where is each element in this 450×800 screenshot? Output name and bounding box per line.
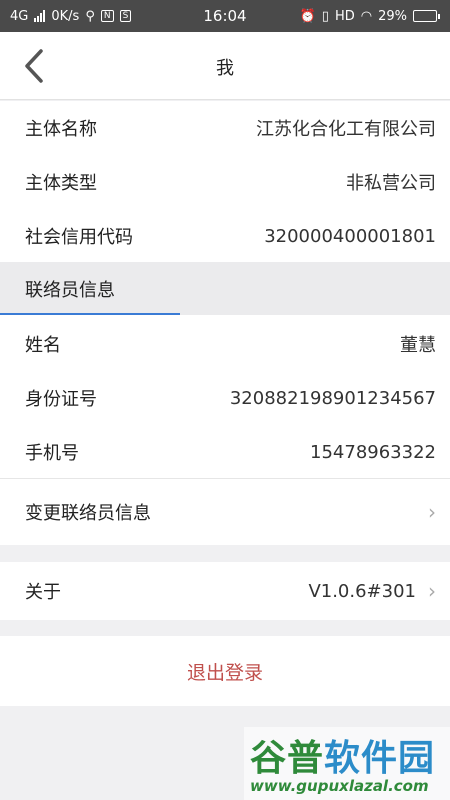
about-value-group: V1.0.6#301 › xyxy=(308,579,436,603)
about-row[interactable]: 关于 V1.0.6#301 › xyxy=(0,564,450,618)
company-name-value: 江苏化合化工有限公司 xyxy=(256,119,436,140)
status-left: 4G 0K/s ⚲ N S xyxy=(10,8,132,24)
about-label: 关于 xyxy=(25,582,61,603)
network-speed: 0K/s xyxy=(51,8,80,24)
company-name-row: 主体名称 江苏化合化工有限公司 xyxy=(0,101,450,155)
usb-icon: ⚲ xyxy=(85,8,95,24)
vibrate-icon: ▯ xyxy=(321,8,329,24)
app-notification-icon: S xyxy=(119,10,132,22)
change-contact-row[interactable]: 变更联络员信息 › xyxy=(0,483,450,541)
watermark-brand-part2: 软件园 xyxy=(324,738,436,779)
contact-name-value: 董慧 xyxy=(400,335,436,356)
company-type-label: 主体类型 xyxy=(25,173,97,194)
contact-name-label: 姓名 xyxy=(25,335,61,356)
alarm-icon: ⏰ xyxy=(299,8,316,24)
chevron-right-icon: › xyxy=(428,500,436,524)
watermark-brand: 谷普软件园 xyxy=(250,729,435,781)
credit-code-row: 社会信用代码 320000400001801 xyxy=(0,209,450,263)
logout-label: 退出登录 xyxy=(186,661,263,684)
status-bar: 4G 0K/s ⚲ N S 16:04 ⏰ ▯ HD ◠ 29% xyxy=(0,0,450,32)
watermark-url: www.gupuxlazal.com xyxy=(250,777,429,795)
hd-badge: HD xyxy=(334,8,355,24)
watermark-logo: 谷普软件园 www.gupuxlazal.com xyxy=(244,727,450,800)
signal-icon xyxy=(34,10,46,22)
navigation-bar: 我 xyxy=(0,32,450,100)
contact-section-header: 联络员信息 xyxy=(0,262,450,315)
notification-icon: N xyxy=(100,10,114,22)
battery-percent: 29% xyxy=(378,8,407,24)
logout-button[interactable]: 退出登录 xyxy=(0,636,450,706)
company-type-value: 非私营公司 xyxy=(346,173,436,194)
network-type: 4G xyxy=(10,8,29,24)
contact-name-row: 姓名 董慧 xyxy=(0,317,450,371)
id-number-row: 身份证号 320882198901234567 xyxy=(0,371,450,425)
id-number-label: 身份证号 xyxy=(25,389,97,410)
wifi-icon: ◠ xyxy=(360,8,373,24)
battery-icon xyxy=(413,10,440,22)
change-contact-label: 变更联络员信息 xyxy=(25,503,151,524)
contact-section-title: 联络员信息 xyxy=(25,280,115,301)
company-name-label: 主体名称 xyxy=(25,119,97,140)
status-right: ⏰ ▯ HD ◠ 29% xyxy=(300,9,440,24)
id-number-value: 320882198901234567 xyxy=(229,387,436,409)
credit-code-label: 社会信用代码 xyxy=(25,227,133,248)
phone-label: 手机号 xyxy=(25,443,79,464)
credit-code-value: 320000400001801 xyxy=(264,225,436,247)
row-divider xyxy=(0,478,450,479)
chevron-right-icon: › xyxy=(428,579,436,603)
page-title: 我 xyxy=(216,58,234,79)
phone-value: 15478963322 xyxy=(310,441,436,463)
phone-row: 手机号 15478963322 xyxy=(0,425,450,479)
watermark-brand-part1: 谷普 xyxy=(250,738,325,779)
company-type-row: 主体类型 非私营公司 xyxy=(0,155,450,209)
version-value: V1.0.6#301 xyxy=(308,580,416,602)
